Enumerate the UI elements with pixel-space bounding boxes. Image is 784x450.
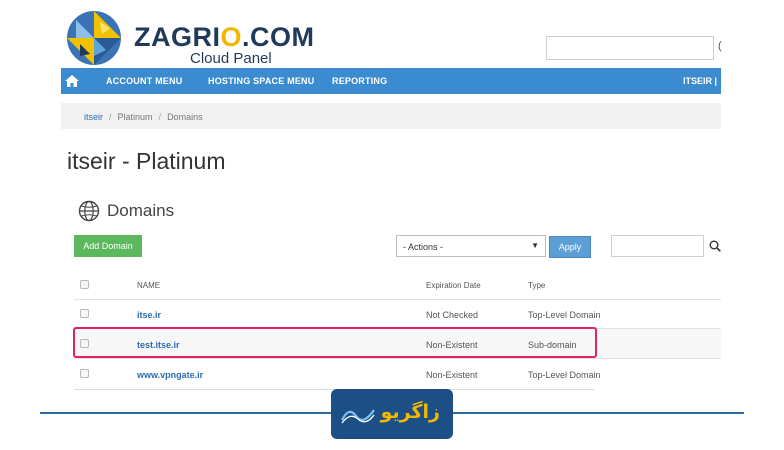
actions-select[interactable]: - Actions - ▼ — [396, 235, 546, 257]
brand-subtitle: Cloud Panel — [190, 50, 272, 67]
search-icon[interactable] — [709, 240, 721, 252]
globe-icon — [78, 200, 100, 222]
wave-logo-icon — [341, 409, 375, 424]
home-icon[interactable] — [64, 73, 80, 89]
apply-button[interactable]: Apply — [549, 236, 591, 258]
top-navbar: ACCOUNT MENU HOSTING SPACE MENU REPORTIN… — [61, 68, 721, 94]
nav-account-menu[interactable]: ACCOUNT MENU — [106, 76, 182, 86]
row-checkbox[interactable] — [80, 369, 89, 378]
section-title: Domains — [107, 201, 175, 220]
table-row: test.itse.ir Non-Existent Sub-domain — [74, 329, 721, 359]
top-search-tail: ( — [718, 40, 722, 52]
nav-hosting-space-menu[interactable]: HOSTING SPACE MENU — [208, 76, 314, 86]
expiration-cell: Non-Existent — [426, 340, 478, 350]
top-search-input[interactable] — [546, 36, 714, 60]
table-row: itse.ir Not Checked Top-Level Domain — [74, 299, 721, 329]
table-header-row: NAME Expiration Date Type — [74, 270, 721, 300]
logo[interactable]: ZAGRIO.COM Cloud Panel — [66, 10, 316, 67]
watermark-badge: زاگریو — [331, 389, 453, 439]
actions-select-value: - Actions - — [403, 242, 444, 252]
table-row: www.vpngate.ir Non-Existent Top-Level Do… — [74, 359, 721, 389]
page-title: itseir - Platinum — [67, 148, 226, 174]
nav-user-menu[interactable]: ITSEIR | — [683, 76, 717, 86]
breadcrumb-itseir[interactable]: itseir — [84, 112, 103, 122]
expiration-cell: Not Checked — [426, 310, 479, 320]
watermark-text: زاگریو — [380, 401, 440, 423]
type-cell: Sub-domain — [528, 340, 577, 350]
col-header-expiration[interactable]: Expiration Date — [426, 281, 481, 290]
filter-input[interactable] — [611, 235, 704, 257]
domain-link[interactable]: www.vpngate.ir — [137, 370, 203, 380]
breadcrumb-platinum[interactable]: Platinum — [118, 112, 153, 122]
row-checkbox[interactable] — [80, 339, 89, 348]
section-header: Domains — [78, 200, 174, 222]
domain-link[interactable]: test.itse.ir — [137, 340, 180, 350]
expiration-cell: Non-Existent — [426, 370, 478, 380]
add-domain-button[interactable]: Add Domain — [74, 235, 142, 257]
type-cell: Top-Level Domain — [528, 310, 601, 320]
row-checkbox[interactable] — [80, 309, 89, 318]
col-header-name[interactable]: NAME — [137, 281, 160, 290]
breadcrumb: itseir / Platinum / Domains — [61, 103, 721, 129]
nav-reporting[interactable]: REPORTING — [332, 76, 387, 86]
type-cell: Top-Level Domain — [528, 370, 601, 380]
select-all-checkbox[interactable] — [80, 280, 89, 289]
brand-name: ZAGRIO.COM — [134, 22, 315, 52]
domain-link[interactable]: itse.ir — [137, 310, 161, 320]
col-header-type[interactable]: Type — [528, 281, 545, 290]
caret-down-icon: ▼ — [531, 241, 539, 250]
zagrio-logo-icon — [67, 11, 121, 65]
breadcrumb-domains: Domains — [167, 112, 203, 122]
